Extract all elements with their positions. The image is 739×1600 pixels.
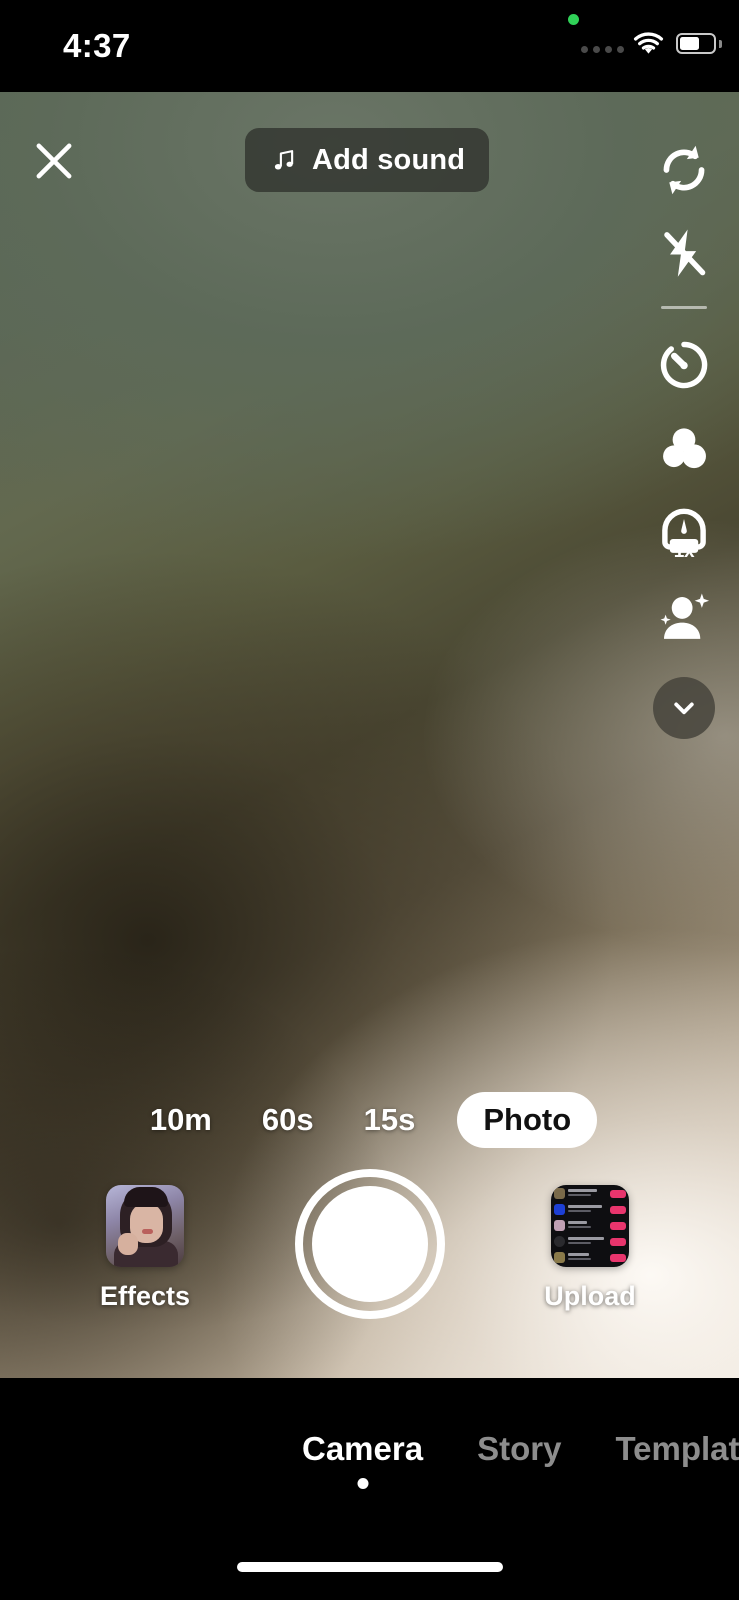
zoom-level-label: 1x — [673, 541, 695, 562]
timer-button[interactable] — [642, 323, 726, 407]
wifi-icon — [633, 32, 664, 54]
flash-off-icon — [664, 229, 706, 277]
close-icon[interactable] — [28, 135, 80, 187]
battery-icon — [676, 33, 716, 54]
tab-list: Camera Story Template — [0, 1430, 739, 1489]
flip-camera-button[interactable] — [642, 128, 726, 212]
effects-button[interactable]: Effects — [55, 1185, 235, 1312]
add-sound-button[interactable]: Add sound — [245, 128, 490, 192]
mode-10m[interactable]: 10m — [142, 1092, 220, 1148]
mode-photo[interactable]: Photo — [457, 1092, 598, 1148]
tab-camera-label: Camera — [302, 1430, 424, 1467]
zoom-speed-button[interactable]: 1x — [642, 491, 726, 575]
mode-60s[interactable]: 60s — [254, 1092, 322, 1148]
enhance-button[interactable] — [642, 575, 726, 659]
capture-controls: Effects Upload — [0, 1169, 739, 1360]
green-recording-indicator-icon — [568, 14, 579, 25]
tab-active-indicator — [357, 1478, 369, 1489]
shutter-inner — [311, 1186, 428, 1302]
battery-tip-icon — [719, 40, 722, 48]
filters-icon — [663, 428, 706, 469]
signal-dots-icon — [581, 46, 624, 53]
tab-story-label: Story — [477, 1430, 562, 1467]
filters-button[interactable] — [642, 407, 726, 491]
tab-template-label: Template — [615, 1430, 739, 1467]
bottom-navigation: Camera Story Template — [0, 1378, 739, 1600]
expand-tools-button[interactable] — [653, 677, 715, 739]
tab-camera[interactable]: Camera — [302, 1430, 424, 1489]
camera-tools-sidebar: 1x — [629, 128, 739, 739]
flash-button[interactable] — [642, 212, 726, 296]
tab-template[interactable]: Template — [615, 1430, 739, 1468]
beautify-person-sparkle-icon — [660, 593, 710, 639]
status-time: 4:37 — [63, 27, 131, 64]
shutter-button[interactable] — [294, 1169, 445, 1319]
music-note-icon — [274, 150, 294, 170]
chevron-down-icon — [674, 702, 694, 715]
timer-icon — [660, 341, 708, 389]
add-sound-label: Add sound — [312, 143, 466, 176]
tab-story[interactable]: Story — [477, 1430, 561, 1468]
mode-15s[interactable]: 15s — [356, 1092, 424, 1148]
mode-selector: 10m 60s 15s Photo — [0, 1092, 739, 1148]
home-indicator[interactable] — [236, 1562, 503, 1572]
status-bar: 4:37 — [0, 0, 739, 92]
upload-button[interactable]: Upload — [500, 1185, 680, 1312]
effects-label: Effects — [99, 1281, 191, 1311]
upload-label: Upload — [544, 1281, 636, 1311]
upload-thumbnail-icon — [551, 1185, 629, 1267]
camera-screen: 4:37 Add sound 1x 10m 60s 15s Photo Effe… — [0, 0, 739, 1600]
effects-thumbnail-icon — [106, 1185, 184, 1267]
flip-camera-icon — [663, 145, 705, 195]
sidebar-divider — [661, 306, 707, 309]
